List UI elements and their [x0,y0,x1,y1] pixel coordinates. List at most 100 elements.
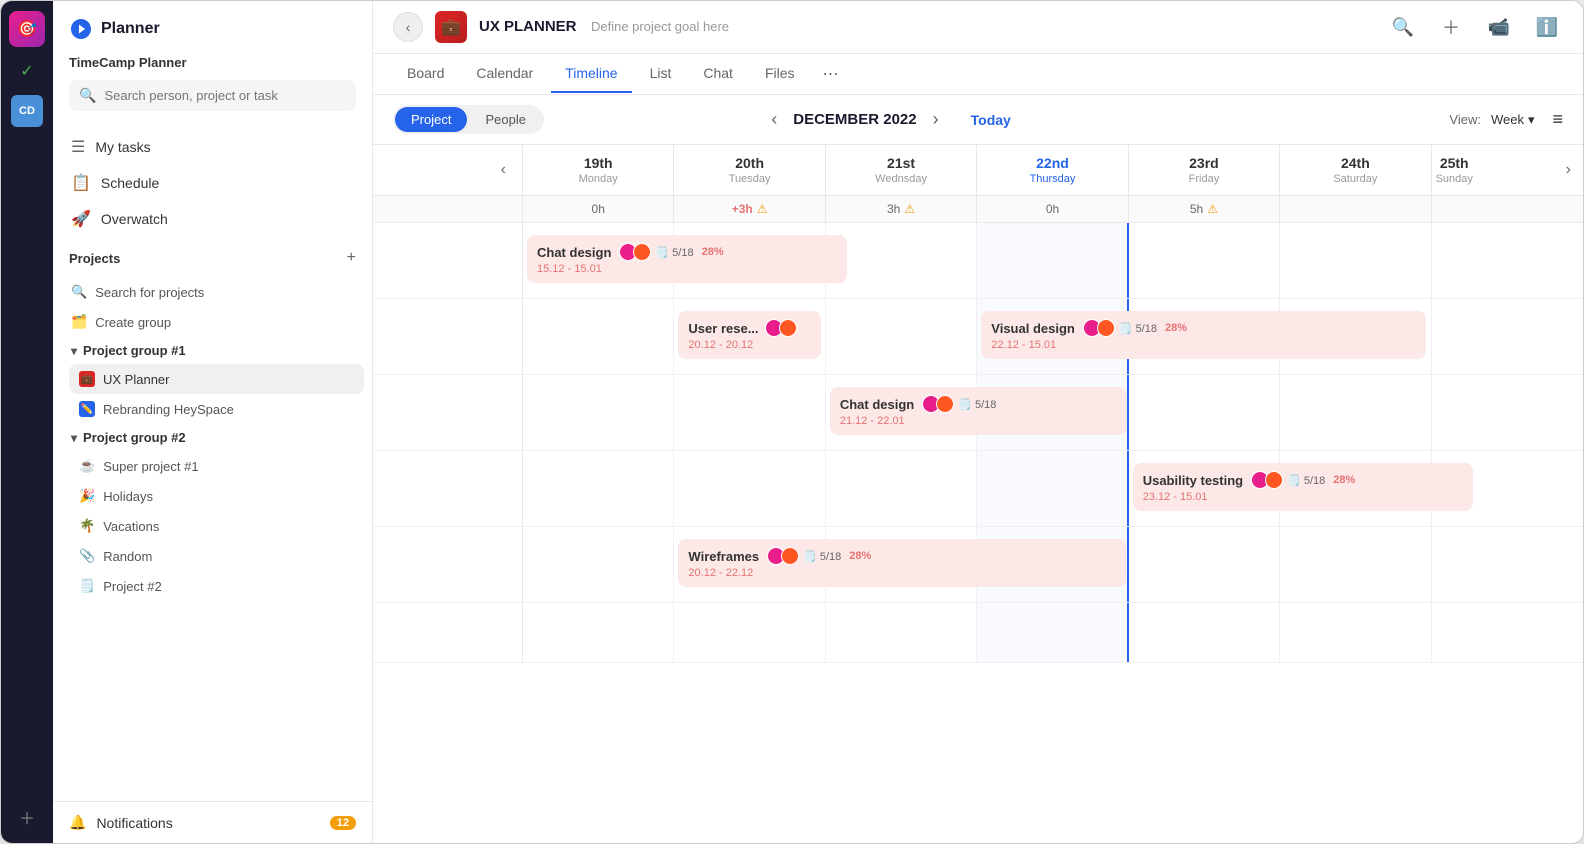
timeline-row-5: Wireframes 🗒️ 5/18 28% 20.12 - 22.12 [373,527,1583,603]
avatar-2 [936,395,954,413]
task-name: Chat design [840,397,914,412]
video-button[interactable]: 📹 [1483,11,1515,43]
view-label: View: [1449,112,1481,127]
day-header-25: 25th Sunday › [1432,145,1583,195]
day-header-21: 21st Wednsday [826,145,977,195]
tab-chat[interactable]: Chat [689,55,747,93]
today-button[interactable]: Today [971,112,1011,128]
tab-files[interactable]: Files [751,55,809,93]
sidebar-item-rebranding[interactable]: ✏️ Rebranding HeySpace [69,394,364,424]
row-5-col-20: Wireframes 🗒️ 5/18 28% 20.12 - 22.12 [674,527,825,602]
hour-cell-23: 5h ⚠ [1129,196,1280,222]
task-chat-design-2[interactable]: Chat design 🗒️ 5/18 21.12 - 22.01 [830,387,1127,435]
task-visual-design[interactable]: Visual design 🗒️ 5/18 28% 22.12 - 15.01 [981,311,1425,359]
sidebar-footer: 🔔 Notifications 12 [53,801,372,843]
view-select[interactable]: Week ▾ [1491,112,1535,128]
dropdown-chevron-icon: ▾ [1528,112,1535,128]
create-group-label: Create group [95,315,171,330]
check-icon[interactable]: ✓ [11,55,43,87]
task-avatars [922,395,950,413]
search-icon: 🔍 [79,87,96,104]
calendar-area: ‹ 19th Monday 20th Tuesday 21st Wednsday… [373,145,1583,843]
tab-board[interactable]: Board [393,55,458,93]
task-user-research[interactable]: User rese... 20.12 - 20.12 [678,311,820,359]
main-content: ‹ 💼 UX PLANNER Define project goal here … [373,1,1583,843]
avatar-cd[interactable]: CD [11,95,43,127]
row-3-col-23 [1129,375,1280,450]
row-4-col-19 [523,451,674,526]
avatar-2 [781,547,799,565]
filter-icon[interactable]: ≡ [1552,109,1563,130]
search-projects-item[interactable]: 🔍 Search for projects [61,277,364,307]
search-button[interactable]: 🔍 [1387,11,1419,43]
timeline-row-3: Chat design 🗒️ 5/18 21.12 - 22.01 [373,375,1583,451]
avatar-2 [1265,471,1283,489]
day-19-num: 19th [531,155,665,171]
project-toggle-btn[interactable]: Project [395,107,467,132]
chevron-down-icon-2: ▾ [71,431,77,445]
sidebar-item-project2[interactable]: 🗒️ Project #2 [69,571,364,601]
sidebar-item-super-project[interactable]: ☕ Super project #1 [69,451,364,481]
create-group-icon: 🗂️ [71,314,87,330]
add-project-button[interactable]: + [347,249,356,267]
next-week-button[interactable]: › [1558,157,1579,183]
random-label: Random [103,549,152,564]
sidebar-item-overwatch[interactable]: 🚀 Overwatch [61,201,364,237]
row-4-col-22-today [977,451,1128,526]
view-controls: View: Week ▾ ≡ [1449,109,1563,130]
next-month-button[interactable]: › [925,105,947,134]
vacations-icon: 🌴 [79,518,95,534]
progress-pct: 28% [849,550,871,562]
more-tabs-button[interactable]: ⋯ [817,54,845,94]
project-subtitle: Define project goal here [591,19,729,34]
notifications-label: Notifications [96,815,172,831]
project-group-2-header[interactable]: ▾ Project group #2 [61,424,364,451]
sidebar-item-holidays[interactable]: 🎉 Holidays [69,481,364,511]
prev-month-button[interactable]: ‹ [763,105,785,134]
task-wireframes[interactable]: Wireframes 🗒️ 5/18 28% 20.12 - 22.12 [678,539,1125,587]
task-name: User rese... [688,321,758,336]
project-group-1-header[interactable]: ▾ Project group #1 [61,337,364,364]
schedule-icon: 📋 [71,173,91,193]
add-workspace-icon[interactable]: ＋ [11,801,43,833]
create-group-item[interactable]: 🗂️ Create group [61,307,364,337]
sidebar-item-vacations[interactable]: 🌴 Vacations [69,511,364,541]
project-info: UX PLANNER Define project goal here [479,18,729,36]
month-nav: ‹ DECEMBER 2022 › Today [763,105,1011,134]
notifications-item[interactable]: 🔔 Notifications 12 [69,814,356,831]
hours-19: 0h [592,202,605,216]
tab-calendar[interactable]: Calendar [462,55,547,93]
view-mode-label: Week [1491,112,1524,127]
tab-list[interactable]: List [636,55,686,93]
task-chat-design-1[interactable]: Chat design 🗒️ 5/18 28% 15.12 - 15.01 [527,235,847,283]
super-project-icon: ☕ [79,458,95,474]
info-button[interactable]: ℹ️ [1531,11,1563,43]
empty-label [373,603,523,662]
avatar-2 [779,319,797,337]
row-4-col-23: Usability testing 🗒️ 5/18 28% 23.12 - 15… [1129,451,1280,526]
search-box[interactable]: 🔍 [69,80,356,111]
hour-cell-19: 0h [523,196,674,222]
people-toggle-btn[interactable]: People [469,107,541,132]
task-name: Chat design [537,245,611,260]
task-usability-testing[interactable]: Usability testing 🗒️ 5/18 28% 23.12 - 15… [1133,463,1473,511]
nav-tabs: Board Calendar Timeline List Chat Files … [373,54,1583,95]
search-input[interactable] [104,88,346,103]
sidebar-item-random[interactable]: 📎 Random [69,541,364,571]
sidebar-item-schedule[interactable]: 📋 Schedule [61,165,364,201]
add-button[interactable]: ＋ [1435,11,1467,43]
brand: Planner [69,17,356,41]
group-2-label: Project group #2 [83,430,186,445]
prev-week-button[interactable]: ‹ [493,157,514,183]
row-1-col-19: Chat design 🗒️ 5/18 28% 15.12 - 15.01 [523,223,674,298]
org-name: TimeCamp Planner [69,55,356,70]
back-button[interactable]: ‹ [393,12,423,42]
row-5-col-23 [1129,527,1280,602]
sidebar-item-ux-planner[interactable]: 💼 UX Planner [69,364,364,394]
tab-timeline[interactable]: Timeline [551,55,631,93]
avatar-2 [1097,319,1115,337]
timeline-row-2: User rese... 20.12 - 20.12 [373,299,1583,375]
sidebar-item-my-tasks[interactable]: ☰ My tasks [61,129,364,165]
row-3-col-24 [1280,375,1431,450]
app-logo-icon[interactable]: 🎯 [9,11,45,47]
